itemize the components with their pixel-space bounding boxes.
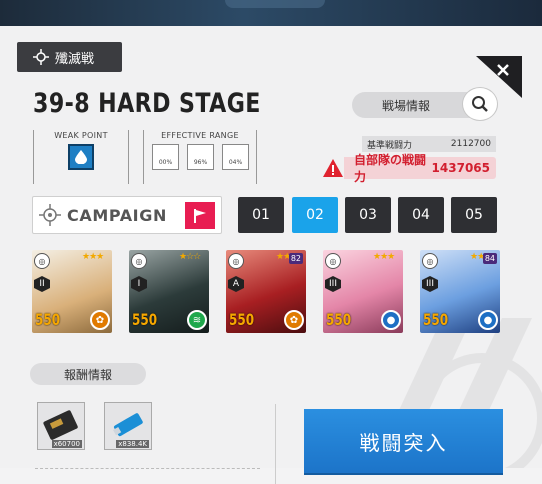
squad-tab-01[interactable]: 01 xyxy=(238,197,284,233)
class-badge: III xyxy=(325,276,341,292)
stage-title: 39-8 HARD STAGE xyxy=(33,88,261,119)
weak-point-box: WEAK POINT xyxy=(33,130,129,184)
squad-tab-04[interactable]: 04 xyxy=(398,197,444,233)
magnifier-icon xyxy=(472,96,488,112)
squad-label: 02 xyxy=(306,207,324,223)
fire-element-icon: ✿ xyxy=(284,310,304,330)
stage-panel: 殲滅戦 39-8 HARD STAGE 戦場情報 WEAK POINT EFFE… xyxy=(0,26,542,484)
rewards-label: 報酬情報 xyxy=(63,367,112,382)
water-element-icon: ● xyxy=(381,310,401,330)
top-background xyxy=(0,0,542,26)
class-badge: I xyxy=(131,276,147,292)
mode-label: 殲滅戦 xyxy=(55,51,95,67)
range-value: 00% xyxy=(158,159,173,166)
crosshair-icon xyxy=(33,49,49,65)
my-power-label: 自部隊の戦闘力 xyxy=(354,153,427,184)
reward-item-credit[interactable]: x60700 xyxy=(37,402,85,450)
effective-range-label: EFFECTIVE RANGE xyxy=(161,131,239,140)
crosshair-icon xyxy=(39,204,61,226)
burst-icon: ◎ xyxy=(131,253,147,269)
reward-qty: x60700 xyxy=(51,440,82,448)
squad-label: 01 xyxy=(252,207,270,223)
range-cell-near: 00% xyxy=(152,144,179,170)
class-badge: III xyxy=(422,276,438,292)
base-power-label: 基準戦闘力 xyxy=(367,140,413,151)
reward-qty: x838.4K xyxy=(116,440,149,448)
divider xyxy=(275,404,276,484)
battlefield-info-label: 戦場情報 xyxy=(382,98,431,113)
water-element-icon: ● xyxy=(478,310,498,330)
class-badge: A xyxy=(228,276,244,292)
my-power-row: 自部隊の戦闘力 1437065 xyxy=(344,153,496,184)
base-power-value: 2112700 xyxy=(450,139,491,149)
search-button[interactable] xyxy=(462,87,498,121)
base-power-row: 基準戦闘力 2112700 xyxy=(362,136,496,152)
rank-badge: 82 xyxy=(288,253,303,264)
rank-badge: 84 xyxy=(482,253,497,264)
range-cell-far: 04% xyxy=(222,144,249,170)
flag-icon[interactable] xyxy=(185,202,215,229)
squad-tab-05[interactable]: 05 xyxy=(451,197,497,233)
rewards-heading: 報酬情報 xyxy=(30,363,146,385)
class-badge: II xyxy=(34,276,50,292)
character-card-1[interactable]: ◎ ★★★ II 550 ✿ xyxy=(32,250,112,333)
character-card-2[interactable]: ◎ ★☆☆ I 550 ≋ xyxy=(129,250,209,333)
character-level: 550 xyxy=(35,310,61,329)
start-battle-label: 戦闘突入 xyxy=(359,430,448,455)
burst-icon: ◎ xyxy=(228,253,244,269)
character-level: 550 xyxy=(326,310,352,329)
start-battle-button[interactable]: 戦闘突入 xyxy=(304,409,503,473)
squad-tab-02[interactable]: 02 xyxy=(292,197,338,233)
wind-element-icon: ≋ xyxy=(187,310,207,330)
mode-tab: 殲滅戦 xyxy=(17,42,122,72)
character-card-3[interactable]: ◎ ★★★ 82 A 550 ✿ xyxy=(226,250,306,333)
warning-icon xyxy=(323,159,343,177)
campaign-button[interactable]: CAMPAIGN xyxy=(32,196,222,234)
divider xyxy=(35,468,260,469)
burst-icon: ◎ xyxy=(325,253,341,269)
character-level: 550 xyxy=(423,310,449,329)
effective-range-box: EFFECTIVE RANGE 00% 96% 04% xyxy=(143,130,257,184)
weak-point-label: WEAK POINT xyxy=(54,131,108,140)
character-card-5[interactable]: ◎ ★★★ 84 III 550 ● xyxy=(420,250,500,333)
squad-label: 04 xyxy=(412,207,430,223)
campaign-label: CAMPAIGN xyxy=(67,205,167,225)
burst-icon: ◎ xyxy=(422,253,438,269)
character-card-4[interactable]: ◎ ★★★ III 550 ● xyxy=(323,250,403,333)
range-value: 04% xyxy=(228,159,243,166)
range-value: 96% xyxy=(193,159,208,166)
burst-icon: ◎ xyxy=(34,253,50,269)
squad-label: 03 xyxy=(359,207,377,223)
squad-tab-03[interactable]: 03 xyxy=(345,197,391,233)
my-power-value: 1437065 xyxy=(431,161,490,175)
reward-item-data[interactable]: x838.4K xyxy=(104,402,152,450)
star-rating: ★☆☆ xyxy=(179,252,201,262)
range-cell-mid: 96% xyxy=(187,144,214,170)
star-rating: ★★★ xyxy=(373,252,395,262)
fire-element-icon: ✿ xyxy=(90,310,110,330)
character-level: 550 xyxy=(229,310,255,329)
character-level: 550 xyxy=(132,310,158,329)
squad-label: 05 xyxy=(465,207,483,223)
star-rating: ★★★ xyxy=(82,252,104,262)
water-element-icon xyxy=(68,144,94,170)
